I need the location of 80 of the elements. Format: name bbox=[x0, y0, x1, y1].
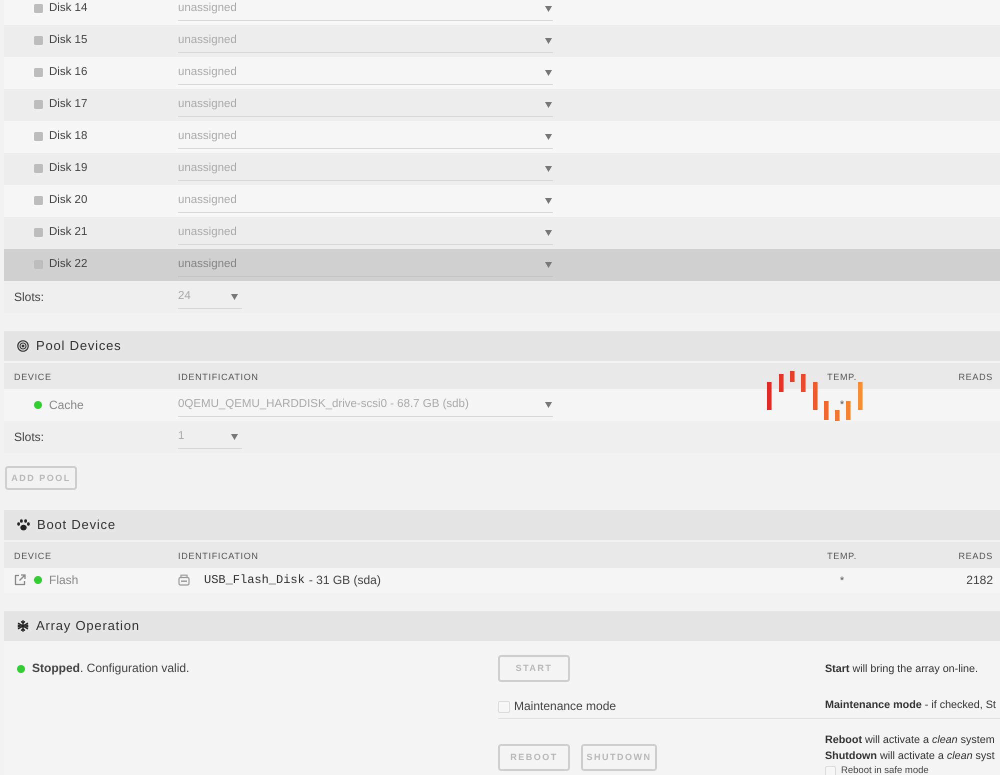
disk-row[interactable]: Disk 17 unassigned bbox=[4, 89, 1000, 121]
device-name: Flash bbox=[49, 573, 78, 588]
caret-down-icon bbox=[545, 198, 552, 204]
device-id: USB_Flash_Disk bbox=[204, 573, 305, 588]
reads-value: 2182 bbox=[966, 573, 993, 588]
disk-row[interactable]: Disk 15 unassigned bbox=[4, 25, 1000, 57]
maintenance-checkbox[interactable] bbox=[498, 701, 510, 713]
slots-select[interactable]: 1 bbox=[178, 426, 242, 448]
column-header: DEVICE bbox=[14, 550, 52, 561]
target-icon bbox=[17, 340, 29, 352]
slots-label: Slots: bbox=[13, 290, 46, 304]
device-name: Disk 14 bbox=[49, 2, 88, 16]
column-header: READS bbox=[958, 550, 993, 561]
device-size: - 31 GB (sda) bbox=[308, 573, 381, 588]
disk-assignment-select[interactable]: unassigned bbox=[178, 254, 553, 276]
device-name: Disk 16 bbox=[49, 66, 88, 80]
checkbox-label: Maintenance mode bbox=[514, 698, 616, 713]
disk-assignment-select[interactable]: unassigned bbox=[178, 62, 553, 84]
disk-assignment-select[interactable]: unassigned bbox=[178, 126, 553, 148]
safe-mode-checkbox[interactable] bbox=[825, 766, 836, 775]
help-text: Start will bring the array on-line. bbox=[825, 662, 978, 676]
caret-down-icon bbox=[545, 6, 552, 12]
section-title: Array Operation bbox=[36, 618, 140, 634]
array-status-text: Stopped. Configuration valid. bbox=[32, 661, 190, 676]
column-header: TEMP. bbox=[827, 372, 857, 382]
caret-down-icon bbox=[545, 230, 552, 236]
temperature-value: * bbox=[840, 399, 844, 412]
disk-assignment-select[interactable]: unassigned bbox=[178, 222, 553, 244]
disk-row[interactable]: Disk 19 unassigned bbox=[4, 153, 1000, 185]
caret-down-icon bbox=[545, 134, 552, 140]
disk-assignment-select[interactable]: unassigned bbox=[178, 158, 553, 180]
snowflake-icon bbox=[17, 620, 29, 632]
external-link-icon[interactable] bbox=[14, 574, 26, 586]
help-text: Maintenance mode - if checked, St bbox=[825, 698, 996, 713]
caret-down-icon bbox=[545, 38, 552, 44]
disk-row[interactable]: Disk 16 unassigned bbox=[4, 57, 1000, 89]
shutdown-button[interactable]: SHUTDOWN bbox=[581, 744, 657, 771]
disk-row[interactable]: Disk 14 unassigned bbox=[4, 0, 1000, 25]
drive-icon bbox=[178, 574, 190, 586]
disk-assignment-select[interactable]: unassigned bbox=[178, 94, 553, 116]
column-header: TEMP. bbox=[827, 550, 857, 561]
device-name: Disk 21 bbox=[49, 226, 88, 240]
caret-down-icon bbox=[545, 70, 552, 76]
section-title: Boot Device bbox=[37, 517, 116, 533]
device-select[interactable]: 0QEMU_QEMU_HARDDISK_drive-scsi0 - 68.7 GB (sdb) bbox=[178, 394, 553, 416]
start-button[interactable]: START bbox=[498, 655, 570, 682]
caret-down-icon bbox=[545, 166, 552, 172]
slots-select[interactable]: 24 bbox=[178, 286, 242, 308]
reboot-button[interactable]: REBOOT bbox=[498, 744, 570, 771]
caret-down-icon bbox=[231, 294, 238, 300]
disk-assignment-select[interactable]: unassigned bbox=[178, 0, 553, 20]
disk-row[interactable]: Disk 20 unassigned bbox=[4, 185, 1000, 217]
disk-row[interactable]: Disk 18 unassigned bbox=[4, 121, 1000, 153]
device-name: Disk 22 bbox=[49, 258, 88, 272]
device-name: Disk 19 bbox=[49, 162, 88, 176]
temperature-value: * bbox=[840, 574, 844, 587]
column-header: READS bbox=[958, 372, 993, 382]
slots-label: Slots: bbox=[13, 430, 46, 444]
section-title: Pool Devices bbox=[36, 338, 122, 354]
device-name: Disk 20 bbox=[49, 194, 88, 208]
disk-assignment-select[interactable]: unassigned bbox=[178, 190, 553, 212]
disk-assignment-select[interactable]: unassigned bbox=[178, 30, 553, 52]
device-name: Disk 18 bbox=[49, 130, 88, 144]
column-header: DEVICE bbox=[14, 372, 52, 382]
column-header: IDENTIFICATION bbox=[178, 550, 259, 561]
help-text: Shutdown will activate a clean syst bbox=[825, 749, 996, 764]
column-header: IDENTIFICATION bbox=[178, 372, 259, 382]
checkbox-label: Reboot in safe mode bbox=[841, 764, 929, 775]
help-text: Reboot will activate a clean system bbox=[825, 733, 996, 748]
disk-row[interactable]: Disk 22 unassigned bbox=[4, 249, 1000, 281]
device-name: Cache bbox=[49, 398, 84, 412]
add-pool-button[interactable]: ADD POOL bbox=[5, 466, 77, 490]
caret-down-icon bbox=[545, 102, 552, 108]
caret-down-icon bbox=[545, 262, 552, 268]
device-name: Disk 17 bbox=[49, 98, 88, 112]
disk-row[interactable]: Disk 21 unassigned bbox=[4, 217, 1000, 249]
caret-down-icon bbox=[231, 434, 238, 440]
device-name: Disk 15 bbox=[49, 34, 88, 48]
caret-down-icon bbox=[545, 402, 552, 408]
paw-icon bbox=[17, 519, 30, 531]
